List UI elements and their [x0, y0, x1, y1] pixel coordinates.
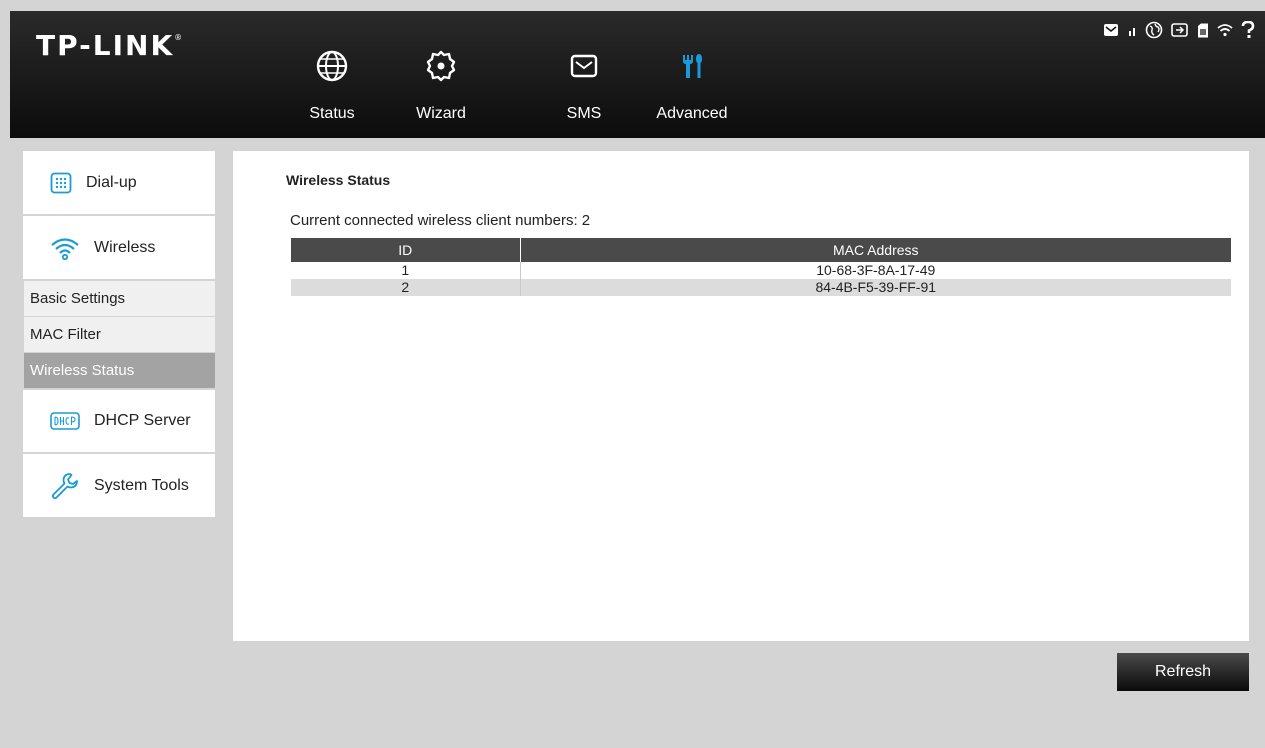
signal-icon: [1129, 28, 1135, 36]
table-row: 2 84-4B-F5-39-FF-91: [291, 279, 1231, 296]
sidebar-item-dhcp-server[interactable]: DHCP Server: [23, 389, 215, 454]
client-count-text: Current connected wireless client number…: [290, 212, 591, 229]
sidebar-item-label: System Tools: [94, 476, 189, 494]
cell-id: 2: [291, 279, 521, 296]
nav-wizard[interactable]: Wizard: [391, 49, 491, 123]
wifi-icon: [1217, 24, 1233, 37]
envelope-icon: [570, 54, 598, 78]
top-header: TP-LINK® Status Wizard SMS Advanced: [10, 11, 1265, 138]
nav-sms-label: SMS: [566, 105, 602, 122]
refresh-button[interactable]: Refresh: [1117, 653, 1249, 691]
main-content-panel: Wireless Status Current connected wirele…: [233, 151, 1249, 641]
wrench-icon: [51, 472, 78, 499]
table-header-row: ID MAC Address: [291, 238, 1231, 262]
sidebar-subitem-wireless-status[interactable]: Wireless Status: [24, 353, 215, 389]
nav-status-label: Status: [309, 105, 355, 122]
nav-advanced-label: Advanced: [656, 105, 728, 122]
help-icon[interactable]: [1241, 21, 1255, 39]
nav-advanced[interactable]: Advanced: [642, 49, 742, 123]
logo-text: TP-LINK: [36, 29, 175, 62]
sidebar-item-label: Dial-up: [86, 173, 137, 191]
tp-link-logo: TP-LINK®: [36, 29, 182, 62]
internet-icon: [1145, 21, 1163, 39]
dhcp-icon: [50, 412, 80, 430]
dialpad-icon: [50, 172, 72, 193]
sidebar-item-system-tools[interactable]: System Tools: [23, 454, 215, 519]
column-header-id: ID: [291, 238, 521, 262]
table-row: 1 10-68-3F-8A-17-49: [291, 262, 1231, 279]
tools-icon: [683, 54, 702, 78]
nav-status[interactable]: Status: [282, 49, 382, 123]
sim-icon: [1198, 23, 1208, 37]
wifi-icon: [51, 237, 79, 260]
sidebar-item-wireless[interactable]: Wireless: [23, 216, 215, 281]
nav-sms[interactable]: SMS: [534, 49, 634, 123]
page-title: Wireless Status: [286, 172, 391, 188]
cell-id: 1: [291, 262, 521, 279]
wireless-clients-table: ID MAC Address 1 10-68-3F-8A-17-49 2 84-…: [291, 238, 1231, 296]
status-icon-bar: [1103, 21, 1255, 39]
globe-icon: [316, 50, 348, 82]
sidebar-item-dial-up[interactable]: Dial-up: [23, 151, 215, 216]
sidebar-item-label: DHCP Server: [94, 412, 191, 429]
nav-wizard-label: Wizard: [416, 105, 466, 122]
sidebar-subitem-mac-filter[interactable]: MAC Filter: [24, 317, 215, 353]
gear-icon: [426, 50, 456, 82]
cell-mac-address: 10-68-3F-8A-17-49: [520, 262, 1231, 279]
sidebar: Dial-up Wireless Basic Settings MAC Filt…: [23, 151, 215, 519]
logo-registered-mark: ®: [174, 33, 183, 42]
sidebar-subitem-basic-settings[interactable]: Basic Settings: [24, 281, 215, 317]
column-header-mac-address: MAC Address: [520, 238, 1231, 262]
message-icon[interactable]: [1103, 23, 1119, 37]
battery-icon: [1171, 23, 1188, 37]
cell-mac-address: 84-4B-F5-39-FF-91: [520, 279, 1231, 296]
sidebar-item-label: Wireless: [94, 238, 156, 256]
